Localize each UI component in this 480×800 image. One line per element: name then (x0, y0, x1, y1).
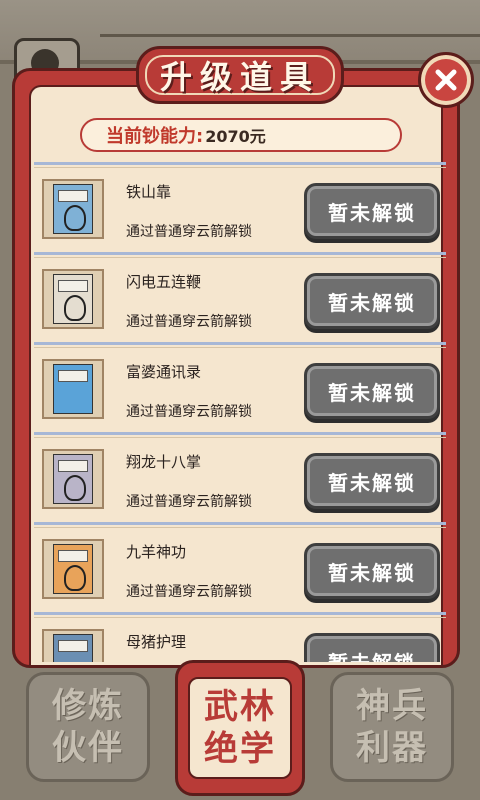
book-cover-icon (53, 274, 93, 324)
item-requirement: 通过普通穿云箭解锁 (126, 584, 252, 600)
item-requirement: 通过普通穿云箭解锁 (126, 314, 252, 330)
list-item: 九羊神功 通过普通穿云箭解锁 暂未解锁 (34, 522, 446, 613)
tab-label: 神兵 利器 (356, 686, 428, 768)
item-name: 富婆通讯录 (126, 363, 202, 381)
unlock-button-label: 暂未解锁 (328, 647, 416, 663)
item-icon (42, 359, 104, 419)
unlock-button[interactable]: 暂未解锁 (304, 363, 440, 419)
background-line (100, 34, 480, 37)
tab-martial-arts[interactable]: 武林 绝学 (175, 660, 305, 796)
money-display: 当前钞能力: 2070元 (80, 118, 402, 152)
item-requirement: 通过普通穿云箭解锁 (126, 404, 252, 420)
unlock-button-label: 暂未解锁 (328, 380, 416, 405)
list-item: 铁山靠 通过普通穿云箭解锁 暂未解锁 (34, 162, 446, 253)
dialog-title: 升级道具 (159, 58, 320, 96)
book-cover-icon (53, 544, 93, 594)
item-name: 母猪护理 (126, 633, 187, 651)
item-icon (42, 179, 104, 239)
money-value: 2070元 (205, 127, 266, 146)
item-name: 闪电五连鞭 (126, 273, 202, 291)
dialog-title-banner: 升级道具 (136, 46, 344, 104)
item-requirement: 通过普通穿云箭解锁 (126, 224, 252, 240)
book-cover-icon (53, 364, 93, 414)
list-item: 母猪护理 暂未解锁 (34, 612, 446, 662)
money-label: 当前钞能力: (106, 126, 204, 147)
item-icon (42, 629, 104, 662)
close-icon (435, 69, 457, 91)
item-name: 铁山靠 (126, 183, 172, 201)
item-name: 翔龙十八掌 (126, 453, 202, 471)
list-item: 富婆通讯录 通过普通穿云箭解锁 暂未解锁 (34, 342, 446, 433)
item-icon (42, 449, 104, 509)
unlock-button[interactable]: 暂未解锁 (304, 633, 440, 662)
tab-partners[interactable]: 修炼 伙伴 (26, 672, 150, 782)
unlock-button-label: 暂未解锁 (328, 560, 416, 585)
list-item: 翔龙十八掌 通过普通穿云箭解锁 暂未解锁 (34, 432, 446, 523)
unlock-button[interactable]: 暂未解锁 (304, 273, 440, 329)
tab-weapons[interactable]: 神兵 利器 (330, 672, 454, 782)
unlock-button-label: 暂未解锁 (328, 290, 416, 315)
item-icon (42, 269, 104, 329)
unlock-button-label: 暂未解锁 (328, 200, 416, 225)
close-button[interactable] (418, 52, 474, 108)
unlock-button-label: 暂未解锁 (328, 470, 416, 495)
unlock-button[interactable]: 暂未解锁 (304, 453, 440, 509)
unlock-button[interactable]: 暂未解锁 (304, 183, 440, 239)
tab-label: 修炼 伙伴 (52, 686, 124, 768)
unlock-button[interactable]: 暂未解锁 (304, 543, 440, 599)
item-list[interactable]: 铁山靠 通过普通穿云箭解锁 暂未解锁 闪电五连鞭 通过普通穿云箭解锁 暂未解锁 … (34, 162, 446, 662)
book-cover-icon (53, 634, 93, 662)
item-requirement: 通过普通穿云箭解锁 (126, 494, 252, 510)
item-name: 九羊神功 (126, 543, 187, 561)
book-cover-icon (53, 454, 93, 504)
item-icon (42, 539, 104, 599)
tab-label: 武林 绝学 (204, 687, 276, 769)
book-cover-icon (53, 184, 93, 234)
list-item: 闪电五连鞭 通过普通穿云箭解锁 暂未解锁 (34, 252, 446, 343)
